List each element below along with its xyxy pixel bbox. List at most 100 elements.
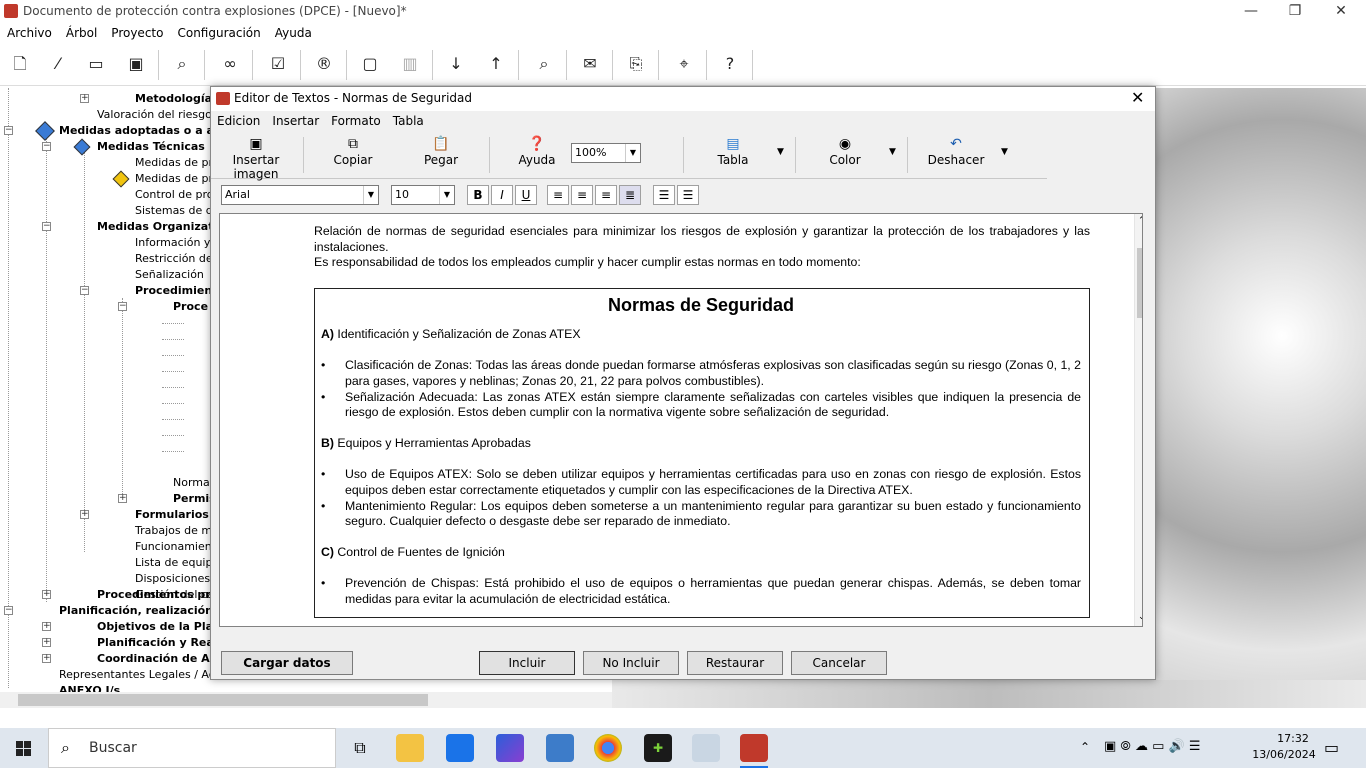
- menu-tabla[interactable]: Tabla: [387, 111, 430, 131]
- tree-item[interactable]: Medidas Organizativ: [97, 219, 212, 235]
- tree-item[interactable]: Coordinación de Ac: [97, 651, 212, 667]
- menu-arbol[interactable]: Árbol: [59, 24, 104, 42]
- notifications-icon[interactable]: ▭: [1324, 738, 1339, 757]
- undo-button[interactable]: ↶ Deshacer: [923, 135, 989, 177]
- italic-button[interactable]: I: [491, 185, 513, 205]
- exclude-button[interactable]: No Incluir: [583, 651, 679, 675]
- search-doc-icon[interactable]: ⌕: [528, 50, 560, 78]
- start-button[interactable]: [0, 728, 48, 768]
- tree-item[interactable]: ANEXO I/s: [59, 683, 120, 692]
- tree-item[interactable]: Proce: [173, 299, 208, 315]
- file-explorer-icon[interactable]: [396, 734, 424, 762]
- tree-item[interactable]: Medidas adoptadas o a ad: [59, 123, 212, 139]
- chevron-down-icon[interactable]: ⌄: [1138, 612, 1142, 622]
- tree-item[interactable]: Metodología: [135, 91, 212, 107]
- tree-item[interactable]: Medidas Técnicas: [97, 139, 205, 155]
- align-left-icon[interactable]: ≡: [547, 185, 569, 205]
- tree-item[interactable]: Control de proc: [135, 187, 212, 203]
- dpce-app-icon[interactable]: [740, 734, 768, 762]
- mail-app-icon[interactable]: [446, 734, 474, 762]
- tree-item[interactable]: Permis: [173, 491, 212, 507]
- dialog-close-button[interactable]: ✕: [1131, 88, 1144, 107]
- color-dropdown-arrow[interactable]: ▼: [889, 147, 896, 157]
- load-data-button[interactable]: Cargar datos: [221, 651, 353, 675]
- tree-item[interactable]: Formularios: [135, 507, 209, 523]
- include-button[interactable]: Incluir: [479, 651, 575, 675]
- tree-horizontal-scrollbar[interactable]: [0, 692, 612, 708]
- align-justify-icon[interactable]: ≣: [619, 185, 641, 205]
- clock-date[interactable]: 13/06/2024: [1246, 748, 1322, 761]
- tree-item[interactable]: Información y fo: [135, 235, 212, 251]
- paint-app-icon[interactable]: [692, 734, 720, 762]
- tree-item[interactable]: Representantes Legales / Admi: [59, 667, 212, 683]
- task-view-icon[interactable]: ⧉: [346, 734, 374, 762]
- save-icon[interactable]: ▣: [120, 50, 152, 78]
- preview-icon[interactable]: ⌕: [166, 50, 198, 78]
- tree-item[interactable]: Disposiciones p: [135, 571, 212, 587]
- chrome-icon[interactable]: [594, 734, 622, 762]
- report-icon[interactable]: ®: [308, 50, 340, 78]
- clock-time[interactable]: 17:32: [1262, 732, 1324, 745]
- menu-edicion[interactable]: Edicion: [211, 111, 266, 131]
- sort-desc-icon[interactable]: ↑: [480, 50, 512, 78]
- underline-button[interactable]: U: [515, 185, 537, 205]
- align-right-icon[interactable]: ≡: [571, 185, 593, 205]
- mail-icon[interactable]: ✉: [574, 50, 606, 78]
- help-button[interactable]: ❓ Ayuda: [509, 135, 565, 177]
- copilot-icon[interactable]: [496, 734, 524, 762]
- project-tree[interactable]: + Metodología Valoración del riesgo, e −…: [0, 88, 212, 692]
- tree-item[interactable]: Medidas de pro: [135, 171, 212, 187]
- location-icon[interactable]: ⌖: [668, 50, 700, 78]
- new-icon[interactable]: 🗋: [4, 50, 36, 78]
- tree-item[interactable]: Objetivos de la Plan: [97, 619, 212, 635]
- table-button[interactable]: ▤ Tabla: [703, 135, 763, 177]
- cancel-button[interactable]: Cancelar: [791, 651, 887, 675]
- trash-icon[interactable]: ▥: [394, 50, 426, 78]
- minimize-button[interactable]: —: [1228, 0, 1274, 24]
- tree-item[interactable]: Señalización: [135, 267, 204, 283]
- binoculars-icon[interactable]: ∞: [214, 50, 246, 78]
- close-button[interactable]: ✕: [1318, 0, 1364, 24]
- tray-icons[interactable]: ▣ ⦾ ☁ ▭ 🔊 ☰: [1104, 739, 1200, 754]
- menu-proyecto[interactable]: Proyecto: [104, 24, 170, 42]
- open-folder-icon[interactable]: ▭: [80, 50, 112, 78]
- numbered-list-icon[interactable]: ☰: [653, 185, 675, 205]
- checkbox-icon[interactable]: ☑: [262, 50, 294, 78]
- comment-icon[interactable]: ▢: [354, 50, 386, 78]
- bullet-list-icon[interactable]: ☰: [677, 185, 699, 205]
- remote-desktop-icon[interactable]: [546, 734, 574, 762]
- restore-button[interactable]: Restaurar: [687, 651, 783, 675]
- tree-item[interactable]: Procedimient: [135, 283, 212, 299]
- tree-item[interactable]: Procedimientos prev: [97, 587, 212, 603]
- sort-asc-icon[interactable]: ↓: [440, 50, 472, 78]
- tree-item[interactable]: Funcionamiento: [135, 539, 212, 555]
- tree-item[interactable]: Restricción del: [135, 251, 212, 267]
- bold-button[interactable]: B: [467, 185, 489, 205]
- taskbar-search[interactable]: ⌕ Buscar: [48, 728, 336, 768]
- help-icon[interactable]: ?: [714, 50, 746, 78]
- font-select[interactable]: Arial ▼: [221, 185, 379, 205]
- tree-item[interactable]: Planificación y Real: [97, 635, 212, 651]
- insert-image-button[interactable]: ▣ Insertar imagen: [213, 135, 299, 181]
- tree-item[interactable]: Lista de equipos: [135, 555, 212, 571]
- menu-formato[interactable]: Formato: [325, 111, 387, 131]
- editor-vertical-scrollbar[interactable]: ⌃ ⌄: [1134, 214, 1142, 626]
- copy-button[interactable]: ⧉ Copiar: [323, 135, 383, 177]
- restore-button[interactable]: ❐: [1272, 0, 1318, 24]
- font-size-select[interactable]: 10 ▼: [391, 185, 455, 205]
- menu-archivo[interactable]: Archivo: [0, 24, 59, 42]
- color-button[interactable]: ◉ Color: [815, 135, 875, 177]
- pdf-icon[interactable]: ⎘: [620, 50, 652, 78]
- tree-item[interactable]: Sistemas de det: [135, 203, 212, 219]
- menu-ayuda[interactable]: Ayuda: [268, 24, 319, 42]
- align-center-icon[interactable]: ≡: [595, 185, 617, 205]
- rich-text-editor[interactable]: Relación de normas de seguridad esencial…: [219, 213, 1143, 627]
- tree-item[interactable]: Valoración del riesgo, e: [97, 107, 212, 123]
- chevron-up-icon[interactable]: ⌃: [1138, 216, 1142, 226]
- wand-icon[interactable]: ⁄: [42, 50, 74, 78]
- scrollbar-thumb[interactable]: [1137, 248, 1142, 318]
- menu-insertar[interactable]: Insertar: [266, 111, 325, 131]
- tree-item[interactable]: Normas: [173, 475, 212, 491]
- tree-item[interactable]: Medidas de pre: [135, 155, 212, 171]
- table-dropdown-arrow[interactable]: ▼: [777, 147, 784, 157]
